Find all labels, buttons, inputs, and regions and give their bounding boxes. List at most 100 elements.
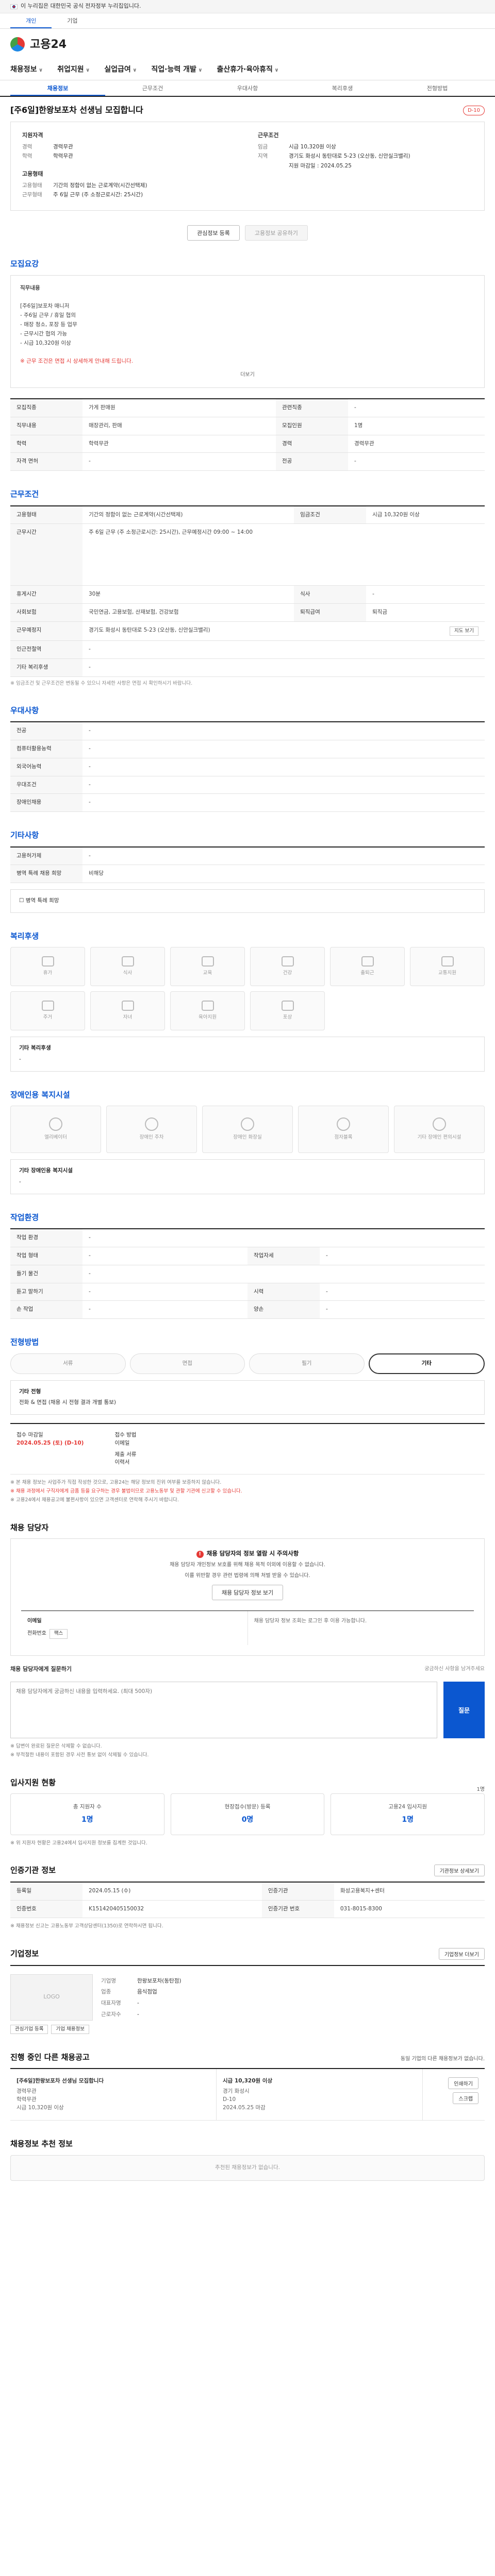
preferences-section: 우대사항 전공 - 컴퓨터활용능력 - 외국어능력 - 우대조건 - 장애인채용 - [10, 705, 485, 812]
stat-value: 0명 [241, 1815, 254, 1824]
nav-jobs[interactable]: 채용정보 [10, 64, 43, 75]
main-nav: 채용정보 취업지원 실업급여 직업·능력 개발 출산휴가·육아휴직 [0, 60, 495, 80]
disability-title: 장애인용 복지시설 [10, 1090, 70, 1099]
preferences-title: 우대사항 [10, 705, 39, 715]
table-value: 주 6일 근무 (주 소정근로시간: 25시간), 근무예정시간 09:00 ~… [82, 523, 485, 586]
table-row: 고용허가제 - [10, 846, 485, 866]
contact-section: 채용 담당자 채용 담당자의 정보 열람 시 주의사항 채용 담당자 개인정보 … [10, 1522, 485, 1759]
company-row: 업종 음식점업 [101, 1988, 485, 1996]
tab-recruit[interactable]: 채용정보 [10, 80, 105, 96]
related-card-line: 경력무관 [16, 2088, 37, 2095]
screening-section: 전형방법 서류 면접 필기 기타 기타 전형 전화 & 면접 (채용 시 전형 … [10, 1336, 485, 1504]
company-head: 기업정보 기업정보 더보기 [10, 1947, 485, 1965]
logo-icon[interactable] [10, 37, 25, 52]
related-card[interactable]: [주6일]한왕보포차 선생님 모집합니다 경력무관 학력무관 시급 10,320… [10, 2069, 217, 2121]
workenv-title: 작업환경 [10, 1212, 39, 1222]
contact-line2: 이를 위반할 경우 관련 법령에 의해 처벌 받을 수 있습니다. [185, 1573, 310, 1579]
summary-row: 고용형태 기간의 정함이 없는 근로계약(시간선택제) [22, 182, 237, 190]
company-more-button[interactable]: 기업정보 더보기 [438, 1947, 485, 1960]
table-key: 모집직종 [10, 399, 82, 417]
nav-leave[interactable]: 출산휴가·육아휴직 [217, 64, 279, 75]
checkbox-icon[interactable]: ☐ [19, 897, 24, 904]
phone-chip: 팩스 [49, 1629, 68, 1639]
table-key: 인증기관 [261, 1882, 334, 1901]
desc-line: [주6일]보포차 매니저 [20, 303, 70, 310]
inquiry-input[interactable] [10, 1682, 437, 1739]
welfare-extra-title: 기타 복리후생 [19, 1045, 51, 1052]
welfare-label: 건강 [283, 970, 292, 976]
table-row: 고용형태 기간의 정함이 없는 근로계약(시간선택제) 임금조건 시급 10,320원… [10, 505, 485, 524]
docs-label: 제출 서류 [114, 1451, 137, 1458]
stat-label: 현장접수(방문) 등록 [224, 1804, 271, 1810]
map-button[interactable]: 지도 보기 [450, 626, 478, 636]
welfare-item: 출퇴근 [330, 947, 405, 987]
other-title: 기타사항 [10, 831, 39, 840]
workenv-section: 작업환경 작업 환경 - 작업 형태 - 작업자세 - 들기 물건 - 듣고 말하기 - 시력… [10, 1212, 485, 1319]
table-row: 휴게시간 30분 식사 - [10, 585, 485, 604]
scrap-button[interactable]: 스크랩 [453, 2092, 478, 2105]
print-button[interactable]: 인쇄하기 [448, 2077, 478, 2090]
interest-button[interactable]: 관심정보 등록 [187, 225, 240, 241]
related-card-line: D-10 [223, 2096, 236, 2103]
applicants-stats: 총 지원자 수 1명 현장접수(방문) 등록 0명 고용24 입사지원 1명 [10, 1793, 485, 1835]
summary-value: 기간의 정함이 없는 근로계약(시간선택제) [53, 182, 147, 189]
welfare-item: 건강 [250, 947, 325, 987]
contact-right: 채용 담당자 정보 조회는 로그인 후 이용 가능합니다. [254, 1618, 367, 1624]
table-key: 듣고 말하기 [10, 1283, 82, 1301]
applicants-title: 입사지원 현황 [10, 1777, 56, 1787]
table-value: - [348, 399, 485, 417]
tab-company[interactable]: 기업 [52, 13, 93, 28]
job-title: [주6일]한왕보포차 선생님 모집합니다 [10, 105, 143, 115]
disability-extra-title: 기타 장애인용 복지시설 [19, 1167, 73, 1174]
company-jobs-button[interactable]: 기업 채용정보 [51, 2024, 89, 2034]
summary-work-title: 근무조건 [258, 132, 279, 139]
company-value: - [137, 2000, 139, 2007]
tab-preferences[interactable]: 우대사항 [200, 80, 295, 96]
accessibility-icon [433, 1117, 446, 1131]
summary-value: 시급 10,320원 이상 [289, 143, 336, 150]
related-head: 진행 중인 다른 채용공고 동일 기업의 다른 채용정보가 없습니다. [10, 2052, 485, 2069]
tab-screening[interactable]: 전형방법 [390, 80, 485, 96]
applicants-count: 1명 [476, 1787, 485, 1793]
tab-personal[interactable]: 개인 [10, 13, 52, 28]
welfare-item: 주거 [10, 991, 85, 1031]
nav-support[interactable]: 취업지원 [57, 64, 90, 75]
table-value: 시급 10,320원 이상 [366, 505, 485, 524]
table-row: 우대조건 - [10, 776, 485, 794]
inquiry-submit-button[interactable]: 질문 [443, 1682, 485, 1739]
more-button[interactable]: 더보기 [20, 370, 475, 379]
table-value: - [82, 776, 485, 794]
related-card[interactable]: 시급 10,320원 이상 경기 화성시 D-10 2024.05.25 마감 [217, 2069, 423, 2121]
step-written: 필기 [249, 1353, 365, 1374]
job-header: [주6일]한왕보포차 선생님 모집합니다 D-10 [10, 104, 485, 116]
table-value: 가게 판매원 [82, 399, 276, 417]
welfare-label: 출퇴근 [360, 970, 374, 976]
agency-detail-button[interactable]: 기관정보 상세보기 [434, 1864, 485, 1876]
favorite-company-button[interactable]: 관심기업 등록 [10, 2024, 48, 2034]
table-key: 들기 물건 [10, 1265, 82, 1283]
workenv-table: 작업 환경 - 작업 형태 - 작업자세 - 들기 물건 - 듣고 말하기 - 시력 - 손 작… [10, 1228, 485, 1319]
related-subtitle: 동일 기업의 다른 채용정보가 없습니다. [400, 2056, 485, 2062]
note-line: ※ 답변이 완료된 질문은 삭제할 수 없습니다. [10, 1743, 102, 1750]
nav-benefits[interactable]: 실업급여 [104, 64, 137, 75]
apply-method-block: 접수 방법 이메일 제출 서류 이력서 [114, 1431, 136, 1467]
nav-training[interactable]: 직업·능력 개발 [151, 64, 202, 75]
site-logo[interactable]: 고용24 [30, 36, 67, 53]
apply-method-label: 접수 방법 [114, 1432, 137, 1438]
summary-row: 지역 경기도 화성시 동탄대로 5-23 (오산동, 신안실크밸리) [258, 152, 473, 161]
table-value: - [82, 1247, 248, 1265]
korea-flag-icon [10, 4, 18, 9]
view-contact-button[interactable]: 채용 담당자 정보 보기 [211, 1585, 284, 1601]
related-actions: 인쇄하기 스크랩 [423, 2069, 485, 2120]
summary-work: 근무조건 임금 시급 10,320원 이상 지역 경기도 화성시 동탄대로 5-23… [258, 131, 473, 201]
section-tabs: 채용정보 근무조건 우대사항 복리후생 전형방법 [0, 80, 495, 97]
tab-conditions[interactable]: 근무조건 [105, 80, 200, 96]
summary-key: 학력 [22, 153, 32, 160]
table-row: 인근전철역 - [10, 640, 485, 659]
share-button[interactable]: 고용정보 공유하기 [244, 225, 308, 241]
elevator-icon [49, 1117, 62, 1131]
summary-key: 근무형태 [22, 192, 42, 198]
table-row: 학력 학력무관 경력 경력무관 [10, 435, 485, 453]
tab-welfare[interactable]: 복리후생 [295, 80, 390, 96]
welfare-item: 자녀 [90, 991, 165, 1031]
